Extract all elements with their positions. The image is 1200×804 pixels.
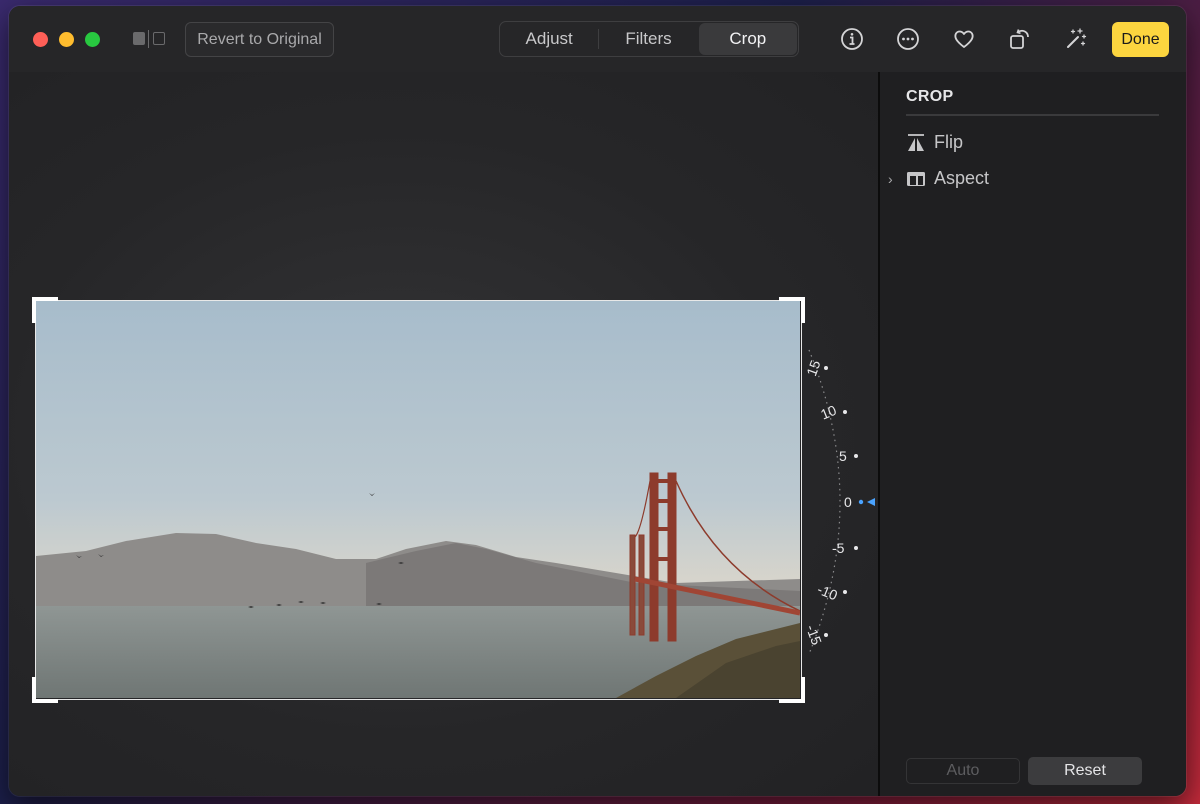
flip-button[interactable]: Flip — [906, 132, 963, 153]
golden-gate-photo — [36, 301, 800, 698]
sidebar-rule — [906, 114, 1159, 116]
editing-canvas: 15 10 5 0 -5 -10 -15 — [9, 72, 878, 796]
dial-current-marker — [858, 499, 864, 505]
aspect-label: Aspect — [934, 168, 990, 188]
tab-filters[interactable]: Filters — [599, 22, 697, 56]
auto-enhance-wand-icon[interactable] — [1063, 26, 1089, 52]
tab-crop[interactable]: Crop — [698, 23, 797, 55]
fullscreen-window-button[interactable] — [85, 32, 100, 47]
aspect-disclosure[interactable]: Aspect — [906, 168, 989, 189]
crop-sidebar: CROP Flip › Aspect Auto Reset — [880, 72, 1186, 796]
favorite-heart-icon[interactable] — [951, 26, 977, 52]
aspect-icon — [907, 171, 925, 186]
dial-tick-label: -5 — [832, 540, 845, 556]
photos-edit-window: Revert to Original Adjust Filters Crop D… — [9, 6, 1186, 796]
close-window-button[interactable] — [33, 32, 48, 47]
flip-label: Flip — [934, 132, 964, 152]
more-icon[interactable] — [895, 26, 921, 52]
crop-handle-bottom-left[interactable] — [32, 677, 58, 703]
edit-mode-tabs: Adjust Filters Crop — [499, 21, 799, 57]
chevron-right-icon[interactable]: › — [888, 171, 893, 187]
done-button[interactable]: Done — [1112, 22, 1169, 57]
tab-adjust[interactable]: Adjust — [500, 22, 598, 56]
crop-handle-top-right[interactable] — [779, 297, 805, 323]
toolbar: Revert to Original Adjust Filters Crop D… — [9, 6, 1186, 72]
crop-frame[interactable] — [32, 297, 805, 703]
compare-split-icon[interactable] — [133, 30, 167, 48]
dial-tick-label: -10 — [815, 581, 840, 603]
dial-tick-label: 10 — [818, 402, 839, 423]
auto-button[interactable]: Auto — [906, 758, 1020, 784]
info-icon[interactable] — [839, 26, 865, 52]
dial-tick-label: 0 — [844, 494, 852, 510]
rotate-icon[interactable] — [1007, 26, 1033, 52]
revert-to-original-button[interactable]: Revert to Original — [185, 22, 334, 57]
flip-icon — [908, 133, 924, 152]
straighten-dial[interactable]: 15 10 5 0 -5 -10 -15 — [799, 342, 889, 662]
reset-button[interactable]: Reset — [1028, 757, 1142, 785]
sidebar-title: CROP — [906, 88, 954, 105]
minimize-window-button[interactable] — [59, 32, 74, 47]
dial-tick-label: 5 — [839, 448, 847, 464]
dial-indicator-arrow — [867, 498, 875, 506]
crop-handle-top-left[interactable] — [32, 297, 58, 323]
crop-handle-bottom-right[interactable] — [779, 677, 805, 703]
dial-tick-label: 15 — [803, 358, 823, 378]
dial-tick-label: -15 — [803, 623, 825, 648]
